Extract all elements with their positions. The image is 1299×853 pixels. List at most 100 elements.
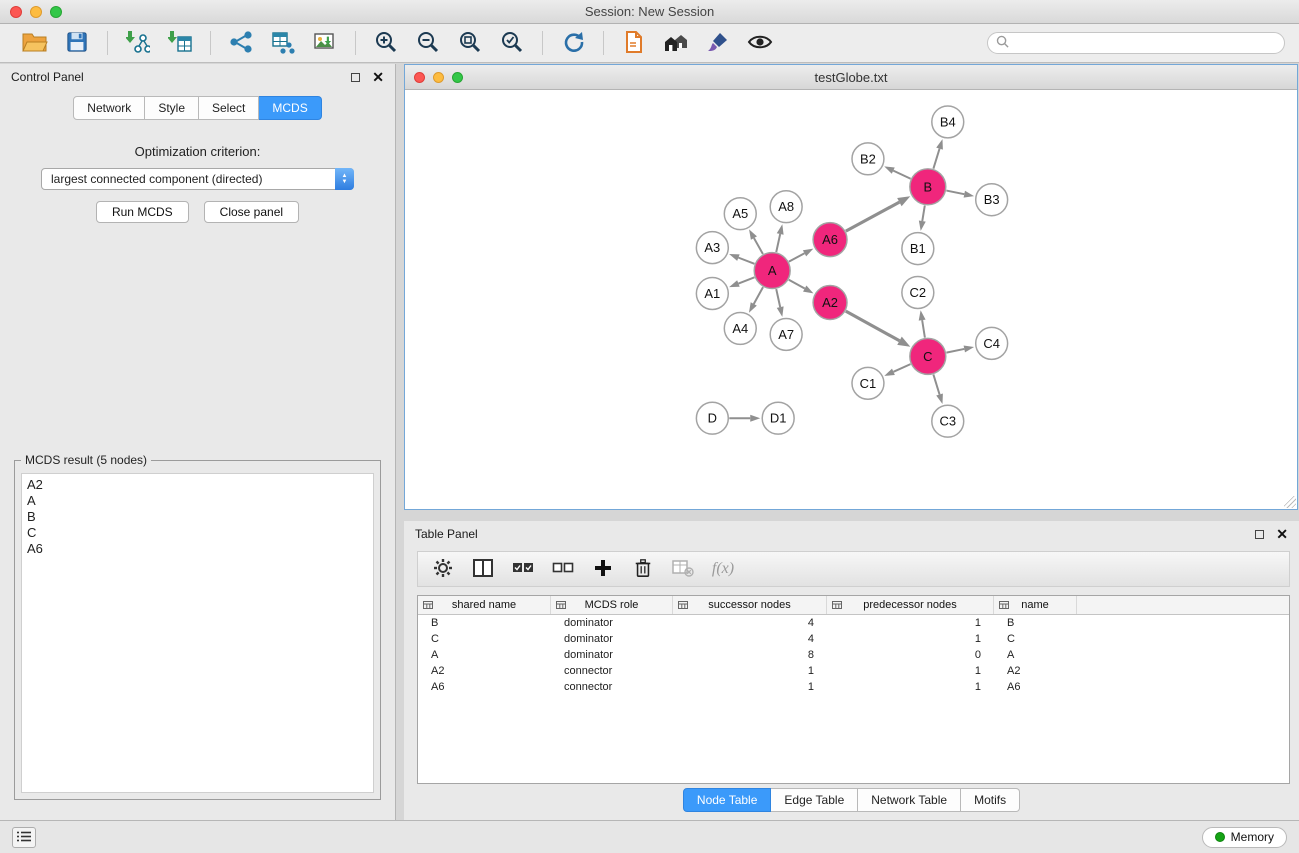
network-node-D1[interactable]: D1 (762, 402, 794, 434)
mcds-result-item[interactable]: C (27, 525, 368, 541)
network-node-A7[interactable]: A7 (770, 318, 802, 350)
tab-edge-table[interactable]: Edge Table (771, 788, 858, 812)
network-edge-A-A2[interactable] (789, 280, 814, 294)
network-node-B4[interactable]: B4 (932, 106, 964, 138)
table-row[interactable]: Adominator80A (418, 647, 1289, 663)
network-edge-A-A5[interactable] (749, 229, 763, 254)
minimize-network-window-button[interactable] (433, 72, 444, 83)
tab-network-table[interactable]: Network Table (858, 788, 961, 812)
network-edge-D-D1[interactable] (729, 415, 760, 422)
column-header-name[interactable]: name (994, 596, 1077, 614)
network-edge-A-A1[interactable] (729, 277, 754, 287)
table-settings-button[interactable] (428, 555, 458, 583)
deselect-all-button[interactable] (548, 555, 578, 583)
network-node-C[interactable]: C (910, 338, 946, 374)
network-node-C4[interactable]: C4 (976, 327, 1008, 359)
save-session-button[interactable] (61, 28, 93, 58)
network-node-A2[interactable]: A2 (813, 286, 847, 320)
tab-network[interactable]: Network (73, 96, 145, 120)
network-edge-C-C1[interactable] (884, 364, 910, 376)
tab-node-table[interactable]: Node Table (683, 788, 772, 812)
first-neighbors-button[interactable] (660, 28, 692, 58)
new-network-button[interactable] (225, 28, 257, 58)
table-row[interactable]: A6connector11A6 (418, 679, 1289, 695)
network-node-C3[interactable]: C3 (932, 405, 964, 437)
network-node-A8[interactable]: A8 (770, 191, 802, 223)
open-session-file-button[interactable] (618, 28, 650, 58)
delete-table-button[interactable] (668, 555, 698, 583)
optimization-criterion-dropdown[interactable]: largest connected component (directed) ▲… (41, 168, 354, 190)
memory-button[interactable]: Memory (1202, 827, 1287, 848)
column-header-shared-name[interactable]: shared name (418, 596, 551, 614)
network-node-C1[interactable]: C1 (852, 367, 884, 399)
table-row[interactable]: Cdominator41C (418, 631, 1289, 647)
new-network-from-table-button[interactable] (267, 28, 299, 58)
network-canvas[interactable]: B4B2BB3A5A8A6B1A3AC2A1A2A4A7C4CC1C3DD1 (405, 90, 1297, 509)
open-session-button[interactable] (19, 28, 51, 58)
import-table-button[interactable] (164, 28, 196, 58)
network-edge-A-A4[interactable] (749, 287, 763, 313)
mcds-result-item[interactable]: A6 (27, 541, 368, 557)
float-table-panel-icon[interactable] (1255, 530, 1264, 539)
mcds-result-item[interactable]: A2 (27, 477, 368, 493)
minimize-window-button[interactable] (30, 6, 42, 18)
network-edge-A-A8[interactable] (776, 224, 783, 252)
float-panel-icon[interactable] (351, 73, 360, 82)
network-node-A6[interactable]: A6 (813, 223, 847, 257)
network-edge-B-B1[interactable] (919, 205, 926, 230)
network-edge-A-A7[interactable] (776, 289, 783, 317)
network-node-B[interactable]: B (910, 169, 946, 205)
network-node-D[interactable]: D (696, 402, 728, 434)
network-edge-A6-B[interactable] (846, 196, 910, 231)
close-panel-button[interactable]: Close panel (204, 201, 299, 223)
network-node-A4[interactable]: A4 (724, 312, 756, 344)
column-header-MCDS-role[interactable]: MCDS role (551, 596, 673, 614)
network-node-A[interactable]: A (754, 253, 790, 289)
network-node-C2[interactable]: C2 (902, 277, 934, 309)
mcds-result-item[interactable]: B (27, 509, 368, 525)
import-network-button[interactable] (122, 28, 154, 58)
network-node-B2[interactable]: B2 (852, 143, 884, 175)
delete-columns-button[interactable] (628, 555, 658, 583)
refresh-view-button[interactable] (557, 28, 589, 58)
search-input[interactable] (1014, 36, 1276, 50)
close-panel-icon[interactable]: ✕ (372, 70, 384, 84)
network-edge-C-C2[interactable] (919, 310, 926, 337)
tab-motifs[interactable]: Motifs (961, 788, 1020, 812)
close-network-window-button[interactable] (414, 72, 425, 83)
network-node-A5[interactable]: A5 (724, 198, 756, 230)
network-edge-A-A6[interactable] (789, 249, 813, 262)
network-edge-C-C3[interactable] (933, 374, 943, 404)
network-edge-B-B3[interactable] (946, 191, 974, 198)
mcds-result-item[interactable]: A (27, 493, 368, 509)
tab-select[interactable]: Select (199, 96, 259, 120)
network-edge-B-B4[interactable] (933, 139, 943, 169)
close-table-panel-icon[interactable]: ✕ (1276, 527, 1288, 541)
network-edge-C-C4[interactable] (946, 346, 974, 353)
network-node-A1[interactable]: A1 (696, 278, 728, 310)
show-columns-button[interactable] (468, 555, 498, 583)
status-menu-button[interactable] (12, 827, 36, 848)
search-box[interactable] (987, 32, 1285, 54)
network-node-B3[interactable]: B3 (976, 184, 1008, 216)
table-row[interactable]: Bdominator41B (418, 615, 1289, 631)
network-edge-B-B2[interactable] (884, 166, 910, 178)
zoom-window-button[interactable] (50, 6, 62, 18)
zoom-network-window-button[interactable] (452, 72, 463, 83)
table-row[interactable]: A2connector11A2 (418, 663, 1289, 679)
apply-style-button[interactable] (702, 28, 734, 58)
export-image-button[interactable] (309, 28, 341, 58)
column-header-predecessor-nodes[interactable]: predecessor nodes (827, 596, 994, 614)
network-node-B1[interactable]: B1 (902, 233, 934, 265)
tab-mcds[interactable]: MCDS (259, 96, 321, 120)
zoom-out-button[interactable] (412, 28, 444, 58)
zoom-selected-button[interactable] (496, 28, 528, 58)
column-header-successor-nodes[interactable]: successor nodes (673, 596, 827, 614)
zoom-fit-button[interactable] (454, 28, 486, 58)
show-hide-details-button[interactable] (744, 28, 776, 58)
select-all-button[interactable] (508, 555, 538, 583)
network-edge-A2-C[interactable] (846, 311, 911, 347)
network-edge-A-A3[interactable] (729, 254, 754, 264)
add-column-button[interactable] (588, 555, 618, 583)
zoom-in-button[interactable] (370, 28, 402, 58)
